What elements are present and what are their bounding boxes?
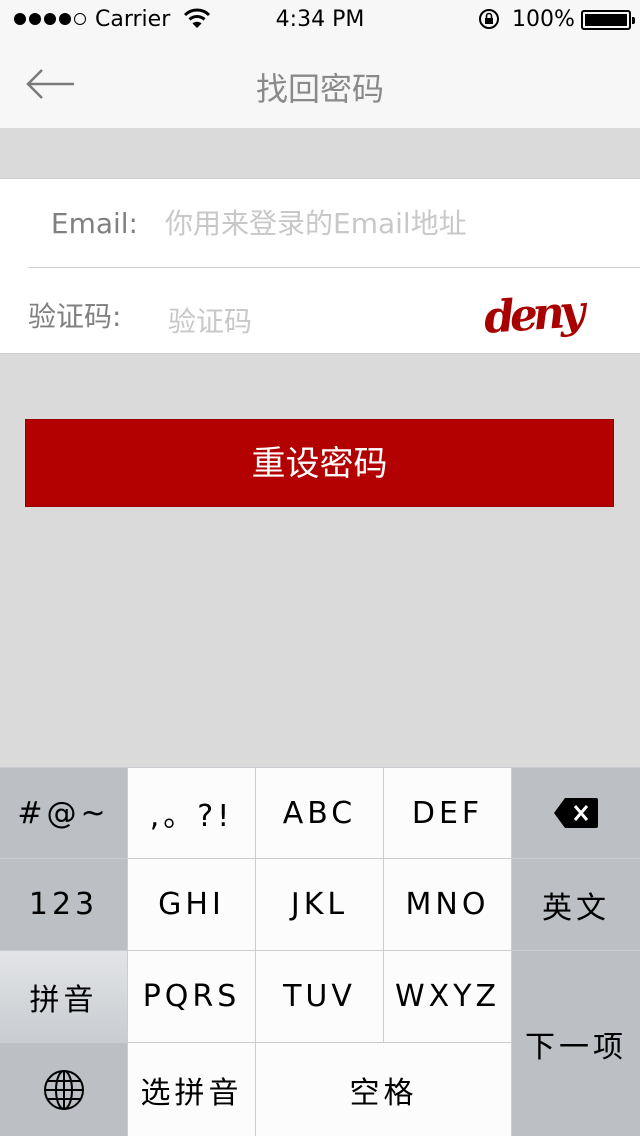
rotation-lock-icon — [478, 8, 500, 36]
page-title: 找回密码 — [255, 70, 384, 108]
email-field[interactable] — [165, 199, 565, 247]
key-abc[interactable]: ABC — [256, 768, 383, 858]
recover-form: Email: 验证码: deny — [0, 178, 640, 354]
email-row: Email: — [0, 179, 640, 267]
key-pinyin[interactable]: 拼音 — [0, 951, 127, 1042]
globe-icon[interactable] — [0, 1043, 127, 1136]
key-select-pinyin[interactable]: 选拼音 — [128, 1043, 255, 1136]
status-bar: Carrier 4:34 PM 100% — [0, 0, 640, 40]
keyboard: #@~ ,。?! ABC DEF 123 GHI JKL MNO 英文 拼音 P… — [0, 767, 640, 1136]
key-mno[interactable]: MNO — [384, 859, 511, 950]
key-numbers[interactable]: 123 — [0, 859, 127, 950]
navigation-bar: 找回密码 — [0, 40, 640, 128]
key-tuv[interactable]: TUV — [256, 951, 383, 1042]
battery-percent: 100% — [512, 7, 575, 32]
key-ghi[interactable]: GHI — [128, 859, 255, 950]
backspace-icon[interactable] — [512, 768, 640, 858]
captcha-row: 验证码: deny — [0, 267, 640, 355]
captcha-text: deny — [482, 286, 590, 341]
key-space[interactable]: 空格 — [256, 1043, 511, 1136]
captcha-label: 验证码: — [28, 300, 122, 333]
key-symbols[interactable]: #@~ — [0, 768, 127, 858]
key-pqrs[interactable]: PQRS — [128, 951, 255, 1042]
key-next[interactable]: 下一项 — [512, 951, 640, 1136]
key-wxyz[interactable]: WXYZ — [384, 951, 511, 1042]
battery-icon — [581, 10, 635, 30]
key-punctuation[interactable]: ,。?! — [128, 768, 255, 858]
key-english[interactable]: 英文 — [512, 859, 640, 950]
reset-password-button[interactable]: 重设密码 — [25, 419, 614, 507]
captcha-image[interactable]: deny — [480, 285, 604, 344]
key-jkl[interactable]: JKL — [256, 859, 383, 950]
captcha-field[interactable] — [168, 297, 448, 345]
key-def[interactable]: DEF — [384, 768, 511, 858]
email-label: Email: — [50, 207, 138, 240]
